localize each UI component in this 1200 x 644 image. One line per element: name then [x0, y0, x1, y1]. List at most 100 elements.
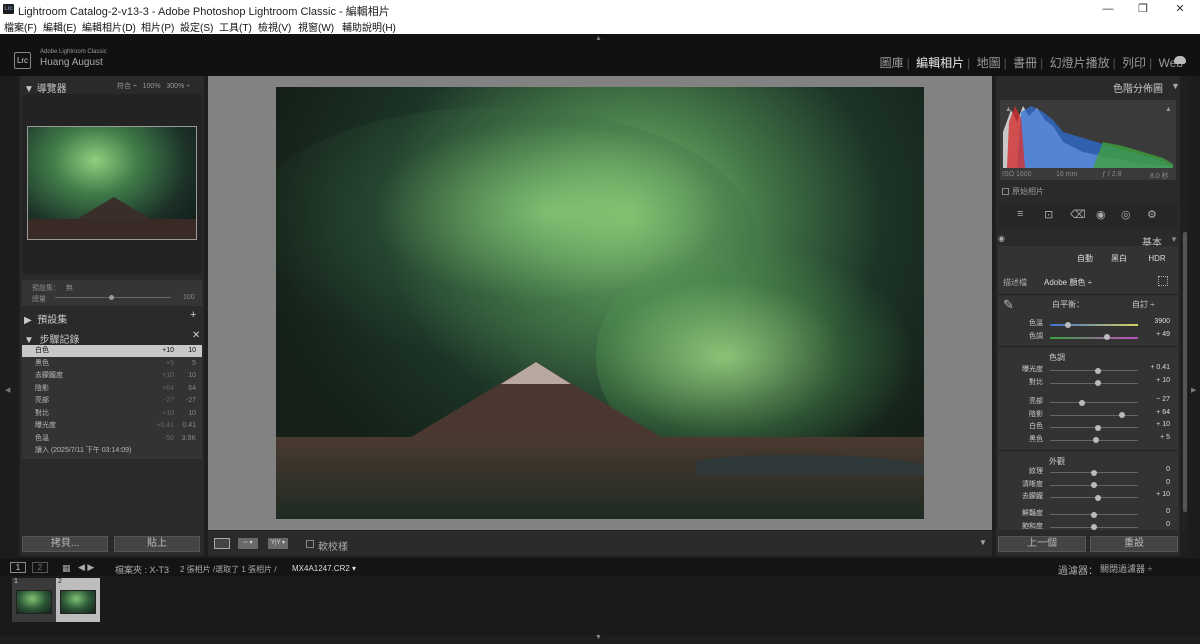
amount-slider-thumb[interactable] — [109, 295, 114, 300]
slider-tone-sliders2-3[interactable]: 黑色 + 5 — [998, 434, 1178, 446]
slider-thumb[interactable] — [1095, 424, 1102, 431]
filter-dropdown[interactable]: 關閉過濾器 ÷ — [1100, 562, 1152, 575]
history-row[interactable]: 陰影 +64 64 — [22, 383, 202, 395]
slider-value[interactable]: + 10 — [1156, 421, 1170, 428]
profile-dropdown[interactable]: Adobe 顏色 ÷ — [1044, 277, 1092, 288]
black-white-button[interactable]: 黑白 — [1104, 252, 1134, 265]
module-develop[interactable]: 編輯相片 — [916, 56, 964, 70]
history-header[interactable]: ▼ 步驟記錄 — [24, 331, 79, 346]
shadow-clip-icon[interactable]: ▲ — [1005, 106, 1012, 113]
slider-presence-sliders-0[interactable]: 紋理 0 — [998, 466, 1178, 478]
previous-settings-button[interactable]: 上一個 — [998, 536, 1086, 552]
original-photo-checkbox[interactable] — [1002, 188, 1009, 195]
slider-value[interactable]: 0 — [1166, 466, 1170, 473]
slider-value[interactable]: + 10 — [1156, 377, 1170, 384]
slider-value[interactable]: 0 — [1166, 479, 1170, 486]
red-eye-icon[interactable]: ◉ — [1096, 208, 1106, 221]
slider-track[interactable] — [1050, 336, 1138, 339]
maximize-button[interactable]: ❐ — [1131, 2, 1155, 16]
paste-settings-button[interactable]: 貼上 — [114, 536, 200, 552]
filmstrip-cell[interactable]: 1 — [12, 578, 56, 622]
profile-browser-icon[interactable] — [1158, 276, 1168, 286]
menu-help[interactable]: 輔助說明(H) — [342, 19, 396, 34]
slider-track[interactable] — [1050, 427, 1138, 428]
filename-dropdown[interactable]: MX4A1247.CR2 ▾ — [292, 564, 356, 573]
menu-view[interactable]: 檢視(V) — [258, 19, 291, 34]
slider-thumb[interactable] — [1095, 380, 1102, 386]
slider-thumb[interactable] — [1092, 437, 1099, 443]
history-row[interactable]: 色溫 -50 3.9K — [22, 433, 202, 445]
history-row[interactable]: 黑色 +5 5 — [22, 358, 202, 370]
before-after-split-button[interactable]: Y|Y ▾ — [268, 538, 288, 549]
menu-tools[interactable]: 工具(T) — [219, 19, 252, 34]
history-row[interactable]: 白色 +10 10 — [22, 345, 202, 358]
zoom-100[interactable]: 100% — [143, 83, 161, 90]
thumbnail[interactable] — [60, 590, 96, 614]
slider-thumb[interactable] — [1091, 524, 1097, 530]
filmstrip-nav-arrows[interactable]: ◀ ▶ — [78, 562, 94, 573]
slider-value[interactable]: − 27 — [1156, 396, 1170, 403]
reset-button[interactable]: 重設 — [1090, 536, 1178, 552]
slider-thumb[interactable] — [1095, 494, 1102, 501]
zoom-300[interactable]: 300% ÷ — [166, 83, 190, 90]
slider-presence-sliders2-1[interactable]: 飽和度 0 — [998, 521, 1178, 533]
menu-develop[interactable]: 編輯相片(D) — [82, 19, 136, 34]
menu-window[interactable]: 視窗(W) — [298, 19, 334, 34]
eye-icon[interactable]: ◉ — [998, 234, 1005, 243]
slider-thumb[interactable] — [1064, 321, 1071, 328]
history-row[interactable]: 曝光度 +0.41 0.41 — [22, 420, 202, 432]
slider-tone-sliders-0[interactable]: 曝光度 + 0.41 — [998, 364, 1178, 376]
histogram-graph[interactable]: ▲ ▲ — [1003, 102, 1173, 168]
top-panel-toggle[interactable]: ▲ — [595, 35, 602, 42]
second-window-button[interactable]: 2 — [32, 562, 48, 573]
slider-value[interactable]: + 0.41 — [1150, 364, 1170, 371]
main-photo[interactable] — [276, 87, 924, 519]
slider-track[interactable] — [1050, 382, 1138, 384]
slider-tone-sliders2-1[interactable]: 陰影 + 64 — [998, 409, 1178, 421]
module-book[interactable]: 書冊 — [1013, 56, 1037, 70]
menu-photo[interactable]: 相片(P) — [141, 19, 174, 34]
healing-icon[interactable]: ⌫ — [1070, 208, 1086, 221]
slider-thumb[interactable] — [1094, 367, 1101, 374]
navigator-header[interactable]: ▼ 導覽器 — [24, 80, 67, 95]
slider-wb-sliders-0[interactable]: 色溫 3900 — [998, 318, 1178, 330]
module-library[interactable]: 圖庫 — [880, 56, 904, 70]
slider-value[interactable]: + 5 — [1160, 434, 1170, 441]
edit-sliders-icon[interactable]: ≡ — [1017, 208, 1023, 220]
slider-track[interactable] — [1050, 497, 1138, 498]
navigator-thumbnail[interactable] — [27, 126, 197, 240]
module-print[interactable]: 列印 — [1122, 56, 1146, 70]
module-slideshow[interactable]: 幻燈片播放 — [1050, 56, 1110, 70]
masking-icon[interactable]: ◎ — [1121, 208, 1131, 221]
grid-view-icon[interactable]: ▦ — [62, 563, 71, 574]
filmstrip-toggle[interactable]: ▼ — [595, 634, 602, 641]
expand-icon[interactable]: ▼ — [1171, 81, 1180, 91]
crop-icon[interactable]: ⊡ — [1044, 208, 1053, 221]
left-panel-toggle[interactable]: ◀ — [5, 386, 10, 394]
slider-wb-sliders-1[interactable]: 色調 + 49 — [998, 331, 1178, 343]
slider-track[interactable] — [1050, 402, 1138, 403]
slider-value[interactable]: + 10 — [1156, 491, 1170, 498]
eyedropper-icon[interactable]: ✎ — [1003, 297, 1014, 313]
minimize-button[interactable]: — — [1096, 2, 1120, 16]
slider-tone-sliders2-2[interactable]: 白色 + 10 — [998, 421, 1178, 433]
history-row[interactable]: 去朦朧度 +10 10 — [22, 370, 202, 382]
expand-icon[interactable]: ▼ — [1170, 235, 1178, 244]
clear-history-icon[interactable]: ✕ — [192, 330, 200, 341]
white-balance-dropdown[interactable]: 自訂 ÷ — [1132, 299, 1155, 310]
slider-track[interactable] — [1050, 324, 1138, 326]
slider-thumb[interactable] — [1091, 482, 1097, 488]
histogram-title[interactable]: 色階分佈圖 — [1113, 80, 1163, 95]
close-button[interactable]: ✕ — [1168, 2, 1192, 16]
slider-value[interactable]: 0 — [1166, 521, 1170, 528]
soft-proofing-checkbox[interactable] — [306, 540, 314, 548]
presets-header[interactable]: ▶ 預設集 — [24, 311, 67, 326]
copy-settings-button[interactable]: 拷貝... — [22, 536, 108, 552]
slider-value[interactable]: + 64 — [1156, 409, 1170, 416]
add-preset-icon[interactable]: + — [190, 309, 196, 321]
scrollbar-thumb[interactable] — [1183, 232, 1187, 512]
slider-thumb[interactable] — [1091, 511, 1097, 518]
source-folder[interactable]: 檔案夾 : X-T3 — [115, 563, 169, 576]
highlight-clip-icon[interactable]: ▲ — [1165, 106, 1172, 113]
slider-presence-sliders-2[interactable]: 去朦朧 + 10 — [998, 491, 1178, 503]
